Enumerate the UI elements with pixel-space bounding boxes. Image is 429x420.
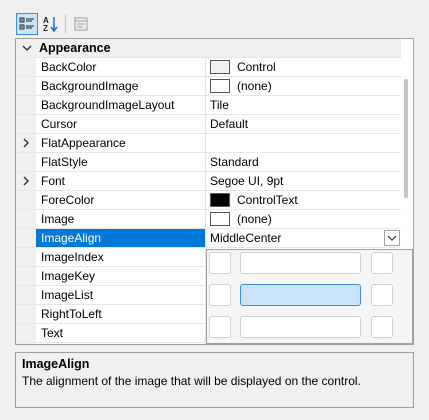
row-gutter [16, 191, 36, 209]
row-gutter [16, 96, 36, 114]
categorized-button[interactable] [16, 13, 38, 35]
row-gutter [16, 153, 36, 171]
property-value[interactable]: (none) [206, 77, 403, 95]
property-name[interactable]: ImageKey [36, 267, 206, 285]
property-name[interactable]: ImageIndex [36, 248, 206, 266]
color-swatch [210, 193, 230, 207]
property-row[interactable]: FlatStyle Standard [16, 153, 403, 172]
row-gutter [16, 58, 36, 76]
description-title: ImageAlign [22, 357, 90, 371]
row-gutter [16, 172, 36, 190]
property-row[interactable]: BackColor Control [16, 58, 403, 77]
property-value-text: ControlText [237, 193, 298, 207]
property-value[interactable]: ControlText [206, 191, 403, 209]
property-row[interactable]: BackgroundImage (none) [16, 77, 403, 96]
property-name[interactable]: ImageAlign [36, 229, 206, 247]
property-value-text: MiddleCenter [210, 231, 282, 245]
property-value[interactable]: Tile [206, 96, 403, 114]
row-gutter [16, 305, 36, 323]
property-value-text: Segoe UI, 9pt [210, 174, 284, 188]
property-value-text: (none) [237, 212, 272, 226]
chevron-down-icon [387, 235, 397, 241]
row-gutter [16, 286, 36, 304]
property-value[interactable]: Segoe UI, 9pt [206, 172, 403, 190]
alphabetical-button[interactable]: A Z [40, 13, 62, 35]
color-swatch [210, 212, 230, 226]
chevron-right-icon[interactable] [21, 176, 31, 186]
row-gutter [16, 267, 36, 285]
align-middle-left[interactable] [209, 284, 231, 306]
align-bottom-center[interactable] [240, 316, 361, 338]
alphabetical-icon: A Z [43, 16, 58, 33]
property-name[interactable]: BackColor [36, 58, 206, 76]
description-panel: ImageAlign The alignment of the image th… [15, 352, 414, 408]
align-bottom-right[interactable] [371, 316, 393, 338]
property-row[interactable]: ImageAlign MiddleCenter [16, 229, 403, 248]
description-text: The alignment of the image that will be … [22, 374, 361, 388]
property-row[interactable]: BackgroundImageLayout Tile [16, 96, 403, 115]
property-name[interactable]: ForeColor [36, 191, 206, 209]
row-gutter [16, 248, 36, 266]
row-gutter [16, 134, 36, 152]
color-swatch [210, 79, 230, 93]
property-row[interactable]: Font Segoe UI, 9pt [16, 172, 403, 191]
property-name[interactable]: TextAlign [36, 343, 206, 344]
scrollbar-thumb[interactable] [404, 79, 408, 198]
align-bottom-left[interactable] [209, 316, 231, 338]
align-middle-right[interactable] [371, 284, 393, 306]
row-gutter [16, 77, 36, 95]
row-gutter [16, 229, 36, 247]
property-row[interactable]: Image (none) [16, 210, 403, 229]
categorized-icon [19, 17, 34, 30]
property-row[interactable]: FlatAppearance [16, 134, 403, 153]
property-value[interactable]: Control [206, 58, 403, 76]
row-gutter [16, 115, 36, 133]
property-name[interactable]: FlatStyle [36, 153, 206, 171]
property-name[interactable]: Text [36, 324, 206, 342]
property-name[interactable]: Image [36, 210, 206, 228]
property-value-text: Default [210, 117, 249, 131]
align-top-right[interactable] [371, 252, 393, 274]
property-pages-button[interactable] [70, 13, 92, 35]
property-name[interactable]: Font [36, 172, 206, 190]
chevron-right-icon[interactable] [21, 138, 31, 148]
property-name[interactable]: BackgroundImage [36, 77, 206, 95]
property-value[interactable]: MiddleCenter [206, 229, 403, 247]
property-value-text: Tile [210, 98, 229, 112]
row-gutter [16, 324, 36, 342]
property-name[interactable]: RightToLeft [36, 305, 206, 323]
image-align-picker [206, 249, 413, 344]
property-row[interactable]: ForeColor ControlText [16, 191, 403, 210]
property-row[interactable]: Cursor Default [16, 115, 403, 134]
row-gutter [16, 343, 36, 344]
align-top-center[interactable] [240, 252, 361, 274]
property-value-text: Standard [210, 155, 259, 169]
property-value[interactable]: Default [206, 115, 403, 133]
property-name[interactable]: BackgroundImageLayout [36, 96, 206, 114]
toolbar-separator [65, 14, 66, 34]
property-value[interactable]: (none) [206, 210, 403, 228]
row-gutter [16, 210, 36, 228]
category-row-appearance[interactable]: Appearance [16, 39, 403, 58]
toolbar: A Z [0, 0, 429, 38]
property-name[interactable]: FlatAppearance [36, 134, 206, 152]
property-value-text: (none) [237, 79, 272, 93]
align-top-left[interactable] [209, 252, 231, 274]
property-grid: Appearance BackColor Control BackgroundIma… [15, 38, 414, 345]
property-value-text: Control [237, 60, 276, 74]
property-value[interactable]: Standard [206, 153, 403, 171]
alpha-glyph-z: Z [43, 24, 48, 33]
dropdown-button[interactable] [384, 230, 400, 246]
align-middle-center[interactable] [240, 284, 361, 306]
property-pages-icon [74, 17, 88, 31]
property-value[interactable] [206, 134, 403, 152]
property-name[interactable]: ImageList [36, 286, 206, 304]
color-swatch [210, 60, 230, 74]
chevron-down-icon[interactable] [21, 42, 33, 54]
category-label: Appearance [39, 41, 111, 55]
property-name[interactable]: Cursor [36, 115, 206, 133]
